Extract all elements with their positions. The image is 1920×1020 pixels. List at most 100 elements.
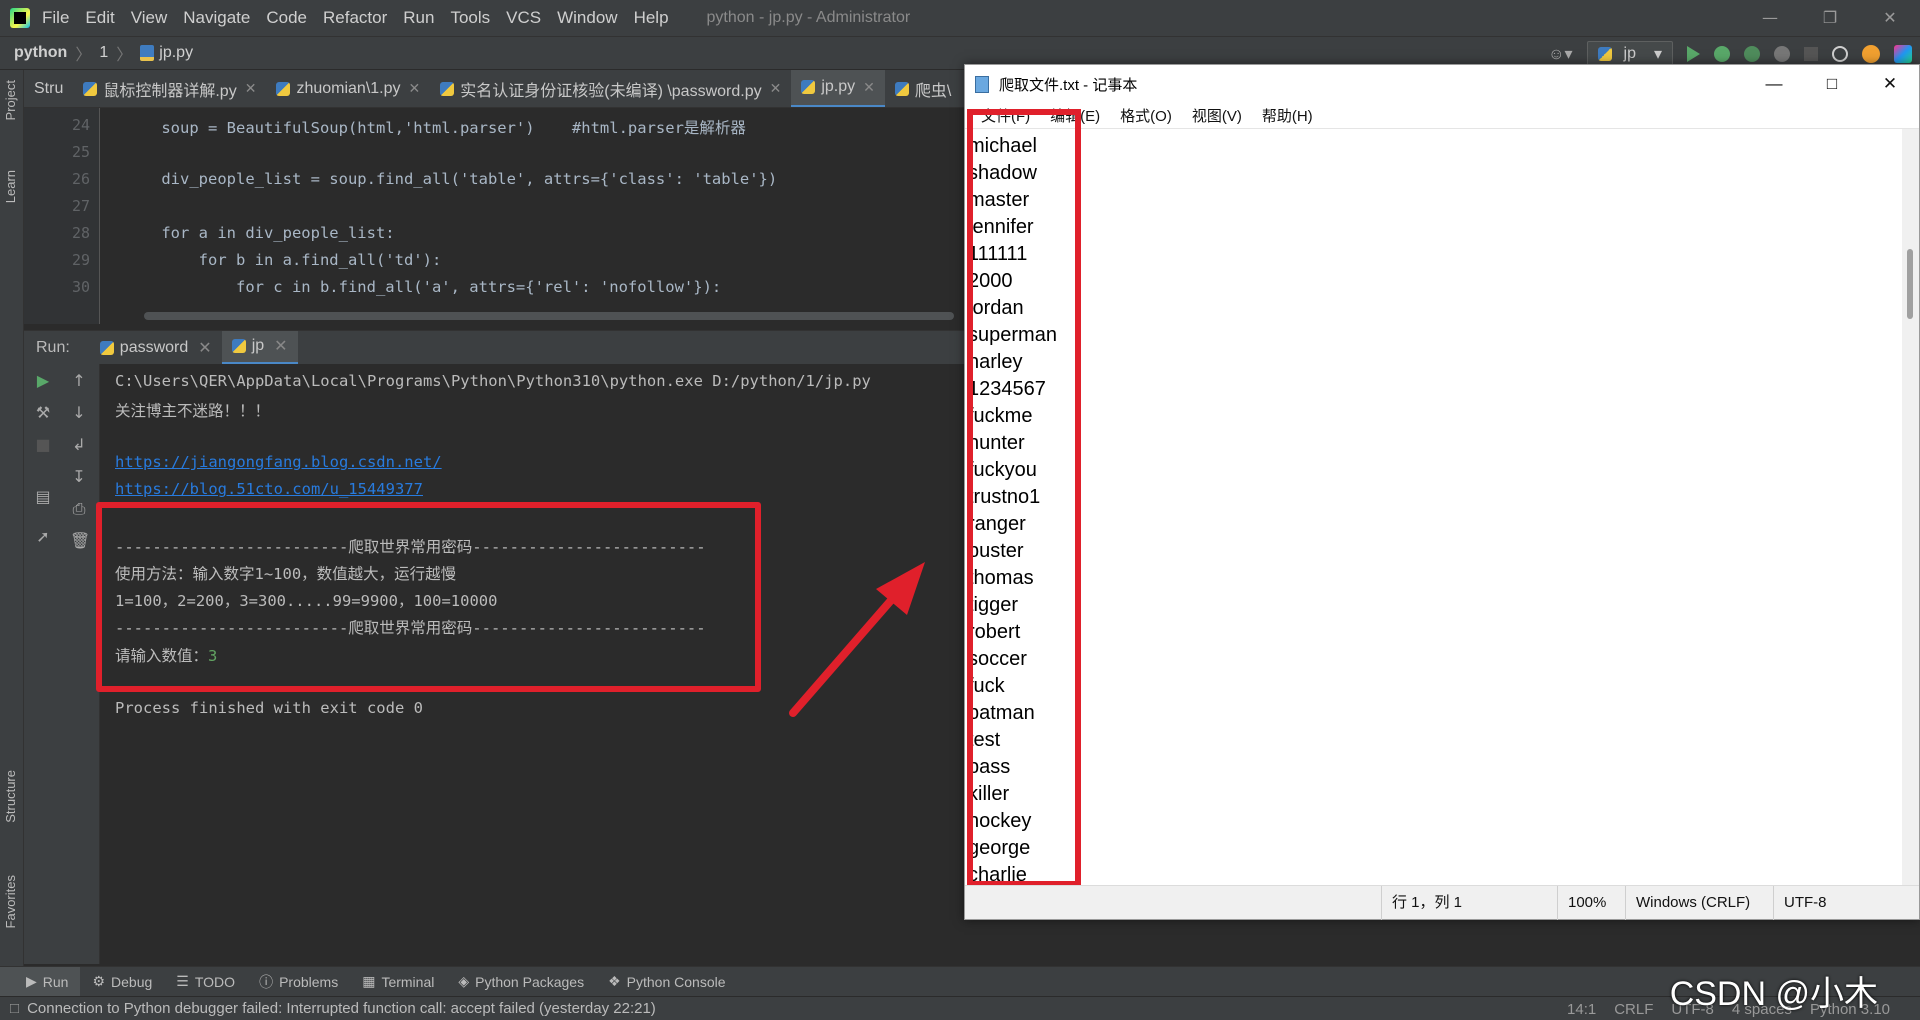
minimize-icon[interactable]: — (1740, 0, 1800, 36)
status-message[interactable]: Connection to Python debugger failed: In… (27, 1000, 656, 1017)
menu-window[interactable]: Window (557, 8, 617, 28)
code-line: soup = BeautifulSoup(html,'html.parser')… (124, 119, 746, 137)
user-icon[interactable]: ☺▾ (1548, 44, 1572, 64)
maximize-icon[interactable]: □ (1803, 65, 1861, 103)
status-square-icon[interactable]: □ (10, 1000, 19, 1017)
coverage-icon[interactable] (1744, 46, 1760, 62)
wrench-icon[interactable]: ⚒ (34, 404, 52, 422)
annotation-highlight-box (96, 502, 761, 692)
menu-tools[interactable]: Tools (450, 8, 490, 28)
menu-view[interactable]: View (131, 8, 168, 28)
run-tab-password[interactable]: password ✕ (90, 331, 222, 365)
update-icon[interactable] (1862, 45, 1880, 63)
stop-icon[interactable] (1804, 47, 1818, 61)
close-icon[interactable]: ✕ (274, 336, 287, 356)
breadcrumb-project[interactable]: python (14, 44, 67, 62)
menu-file[interactable]: File (42, 8, 69, 28)
print-icon[interactable]: ⎙ (70, 500, 88, 518)
menu-help[interactable]: Help (634, 8, 669, 28)
restore-icon[interactable]: ❐ (1800, 0, 1860, 36)
tab-mouse-controller[interactable]: 鼠标控制器详解.py ✕ (73, 70, 266, 107)
tool-tab-label: TODO (194, 973, 236, 990)
run-icon[interactable] (1687, 46, 1700, 62)
breadcrumb-folder[interactable]: 1 (99, 44, 108, 62)
notepad-vertical-scrollbar[interactable] (1902, 129, 1919, 886)
tool-tab-debug[interactable]: ⚙ Debug (80, 967, 164, 997)
profile-icon[interactable] (1774, 46, 1790, 62)
tool-tab-label: Python Console (626, 973, 726, 990)
run-icon: ▶ (26, 973, 37, 989)
minimize-icon[interactable]: — (1745, 65, 1803, 103)
run-tab-jp[interactable]: jp ✕ (221, 330, 298, 365)
np-menu-view[interactable]: 视图(V) (1192, 105, 1242, 126)
learn-tool-tab[interactable]: Learn (3, 170, 18, 203)
toolbox-icon[interactable] (1894, 45, 1912, 63)
tool-tab-run[interactable]: ▶ Run (0, 966, 81, 997)
breadcrumb-separator: 〉 (75, 47, 92, 64)
code-editor[interactable]: 24 25 26 27 28 29 30 soup = BeautifulSou… (24, 108, 964, 324)
search-icon[interactable] (1832, 46, 1848, 62)
close-icon[interactable]: ✕ (198, 338, 211, 358)
tab-zhuomian[interactable]: zhuomian\1.py ✕ (266, 70, 430, 107)
menu-run[interactable]: Run (403, 8, 434, 28)
tool-tab-problems[interactable]: ⓘ Problems (247, 967, 350, 997)
tool-tab-label: Problems (279, 973, 339, 990)
soft-wrap-icon[interactable]: ↲ (70, 436, 88, 454)
np-line-ending: Windows (CRLF) (1625, 886, 1750, 920)
line-separator[interactable]: CRLF (1614, 1001, 1653, 1018)
np-menu-format[interactable]: 格式(O) (1120, 105, 1172, 126)
close-icon[interactable]: ✕ (863, 79, 875, 96)
debug-icon[interactable] (1714, 46, 1730, 62)
close-icon[interactable]: ✕ (245, 80, 257, 97)
scrollbar-thumb[interactable] (1907, 249, 1913, 319)
run-label: Run: (36, 338, 70, 356)
layout-icon[interactable]: ▤ (34, 488, 52, 506)
console-link[interactable]: https://jiangongfang.blog.csdn.net/ (115, 453, 442, 471)
line-number: 26 (71, 170, 90, 188)
tab-structure[interactable]: Stru (24, 70, 73, 107)
scroll-to-end-icon[interactable]: ↧ (70, 468, 88, 486)
close-icon[interactable]: ✕ (409, 80, 421, 97)
tab-label: 鼠标控制器详解.py (103, 82, 237, 100)
window-controls: — ❐ ✕ (1740, 0, 1920, 36)
tab-crawler[interactable]: 爬虫\ (885, 70, 961, 107)
favorites-tool-tab[interactable]: Favorites (3, 875, 18, 928)
tool-tab-python-packages[interactable]: ◈ Python Packages (446, 967, 596, 997)
editor-horizontal-scrollbar[interactable] (144, 312, 954, 320)
code-line: for c in b.find_all('a', attrs={'rel': '… (124, 278, 722, 296)
annotation-highlight-box (967, 109, 1081, 887)
arrow-down-icon[interactable]: ↓ (70, 404, 88, 422)
code-line: div_people_list = soup.find_all('table',… (124, 170, 778, 188)
tool-tab-terminal[interactable]: ▦ Terminal (350, 967, 446, 997)
stop-icon[interactable]: ■ (34, 436, 52, 454)
rerun-icon[interactable]: ▶ (34, 372, 52, 390)
menu-code[interactable]: Code (266, 8, 307, 28)
tab-jp[interactable]: jp.py ✕ (791, 70, 885, 107)
arrow-up-icon[interactable]: ↑ (70, 372, 88, 390)
np-encoding: UTF-8 (1773, 886, 1827, 920)
tab-password[interactable]: 实名认证身份证核验(未编译) \password.py ✕ (430, 70, 791, 107)
trash-icon[interactable]: 🗑 (70, 532, 90, 550)
tool-tab-todo[interactable]: ☰ TODO (164, 967, 247, 997)
notepad-text-area[interactable]: michael shadow master jennifer 111111 2000 jor… (965, 129, 1905, 886)
tab-label: 爬虫\ (914, 82, 952, 100)
tool-tab-python-console[interactable]: ❖ Python Console (596, 967, 737, 997)
status-bar: □ Connection to Python debugger failed: … (0, 996, 1920, 1020)
breadcrumb-file[interactable]: jp.py (159, 44, 193, 62)
tool-tab-label: Python Packages (475, 973, 585, 990)
menu-vcs[interactable]: VCS (506, 8, 541, 28)
pin-icon[interactable]: ➚ (34, 528, 52, 546)
editor-tab-bar: Stru 鼠标控制器详解.py ✕ zhuomian\1.py ✕ 实名认证身份证核… (24, 70, 964, 108)
close-icon[interactable]: ✕ (1861, 65, 1919, 103)
close-icon[interactable]: ✕ (770, 80, 782, 97)
cursor-position[interactable]: 14:1 (1567, 1001, 1596, 1018)
line-number: 28 (71, 224, 90, 242)
project-tool-tab[interactable]: Project (3, 80, 18, 120)
console-link[interactable]: https://blog.51cto.com/u_15449377 (115, 480, 423, 498)
menu-edit[interactable]: Edit (85, 8, 114, 28)
menu-navigate[interactable]: Navigate (183, 8, 250, 28)
close-icon[interactable]: ✕ (1860, 0, 1920, 36)
np-menu-help[interactable]: 帮助(H) (1262, 105, 1313, 126)
menu-refactor[interactable]: Refactor (323, 8, 387, 28)
structure-tool-tab[interactable]: Structure (3, 770, 18, 823)
